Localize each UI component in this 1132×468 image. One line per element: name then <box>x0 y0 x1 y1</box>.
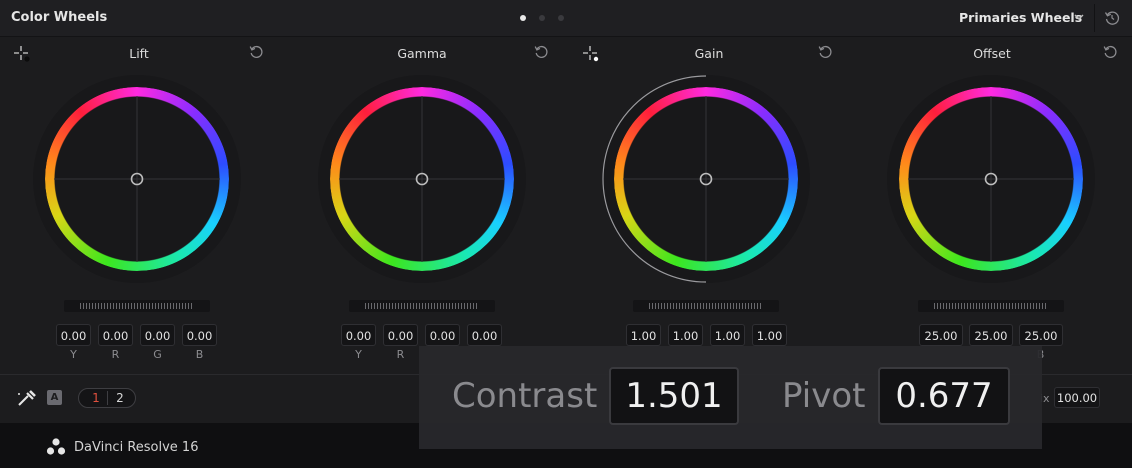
value-field[interactable]: 0.00 <box>425 324 460 346</box>
wheel-label: Gamma <box>397 46 447 61</box>
master-slider[interactable] <box>633 300 779 312</box>
value-field[interactable]: 0.00 <box>467 324 502 346</box>
page-switcher: 1 2 <box>78 388 136 408</box>
channel-label: Y <box>70 348 77 361</box>
contrast-label: Contrast <box>452 376 598 416</box>
channel-label: R <box>111 348 120 361</box>
color-wheel[interactable] <box>601 74 811 284</box>
page-dot[interactable] <box>520 15 526 21</box>
master-slider[interactable] <box>64 300 210 312</box>
crosshair-icon[interactable] <box>13 45 31 63</box>
value-field[interactable]: 1.00 <box>668 324 703 346</box>
contrast-field[interactable]: 1.501 <box>609 367 739 425</box>
master-slider[interactable] <box>918 300 1064 312</box>
channel-label: R <box>396 348 405 361</box>
value-field[interactable]: 1.00 <box>752 324 787 346</box>
value-field[interactable]: 0.00 <box>383 324 418 346</box>
value-field[interactable]: 25.00 <box>969 324 1013 346</box>
pivot-label: Pivot <box>782 376 866 416</box>
panel-header: Color Wheels Primaries Wheels <box>0 0 1132 37</box>
reset-icon[interactable] <box>1102 44 1118 60</box>
master-slider[interactable] <box>349 300 495 312</box>
value-field[interactable]: 1.00 <box>626 324 661 346</box>
app-name: DaVinci Resolve 16 <box>74 440 199 455</box>
reset-icon[interactable] <box>248 44 264 60</box>
page-dot[interactable] <box>558 15 564 21</box>
page-button-1[interactable]: 1 <box>84 390 108 407</box>
pivot-field[interactable]: 0.677 <box>878 367 1010 425</box>
color-wheel[interactable] <box>317 74 527 284</box>
eyedropper-icon[interactable] <box>16 388 38 408</box>
wheel-label: Lift <box>129 46 149 61</box>
mix-field[interactable]: 100.00 <box>1054 387 1100 408</box>
davinci-logo-icon <box>46 438 66 455</box>
page-button-2[interactable]: 2 <box>108 390 132 407</box>
channel-label: Y <box>355 348 362 361</box>
crosshair-icon[interactable] <box>582 45 600 63</box>
mode-dropdown[interactable]: Primaries Wheels <box>959 10 1082 25</box>
value-field[interactable]: 0.00 <box>140 324 175 346</box>
reset-icon[interactable] <box>533 44 549 60</box>
auto-badge[interactable]: A <box>47 390 62 405</box>
channel-label: G <box>153 348 162 361</box>
page-dot[interactable] <box>539 15 545 21</box>
reset-all-icon[interactable] <box>1103 9 1121 27</box>
color-wheels-app: Color Wheels Primaries Wheels Lift 0.00 … <box>0 0 1132 468</box>
value-field[interactable]: 1.00 <box>710 324 745 346</box>
value-field[interactable]: 0.00 <box>56 324 91 346</box>
wheel-label: Offset <box>973 46 1011 61</box>
wheel-label: Gain <box>694 46 724 61</box>
value-field[interactable]: 25.00 <box>919 324 963 346</box>
color-wheel[interactable] <box>32 74 242 284</box>
value-field[interactable]: 0.00 <box>341 324 376 346</box>
contrast-pivot-overlay: Contrast 1.501 Pivot 0.677 <box>419 346 1042 449</box>
panel-title: Color Wheels <box>11 10 108 25</box>
chevron-down-icon[interactable] <box>1073 10 1085 24</box>
divider <box>1094 4 1095 32</box>
color-wheel[interactable] <box>886 74 1096 284</box>
value-field[interactable]: 0.00 <box>182 324 217 346</box>
value-field[interactable]: 25.00 <box>1019 324 1063 346</box>
reset-icon[interactable] <box>817 44 833 60</box>
channel-label: B <box>195 348 204 361</box>
value-field[interactable]: 0.00 <box>98 324 133 346</box>
